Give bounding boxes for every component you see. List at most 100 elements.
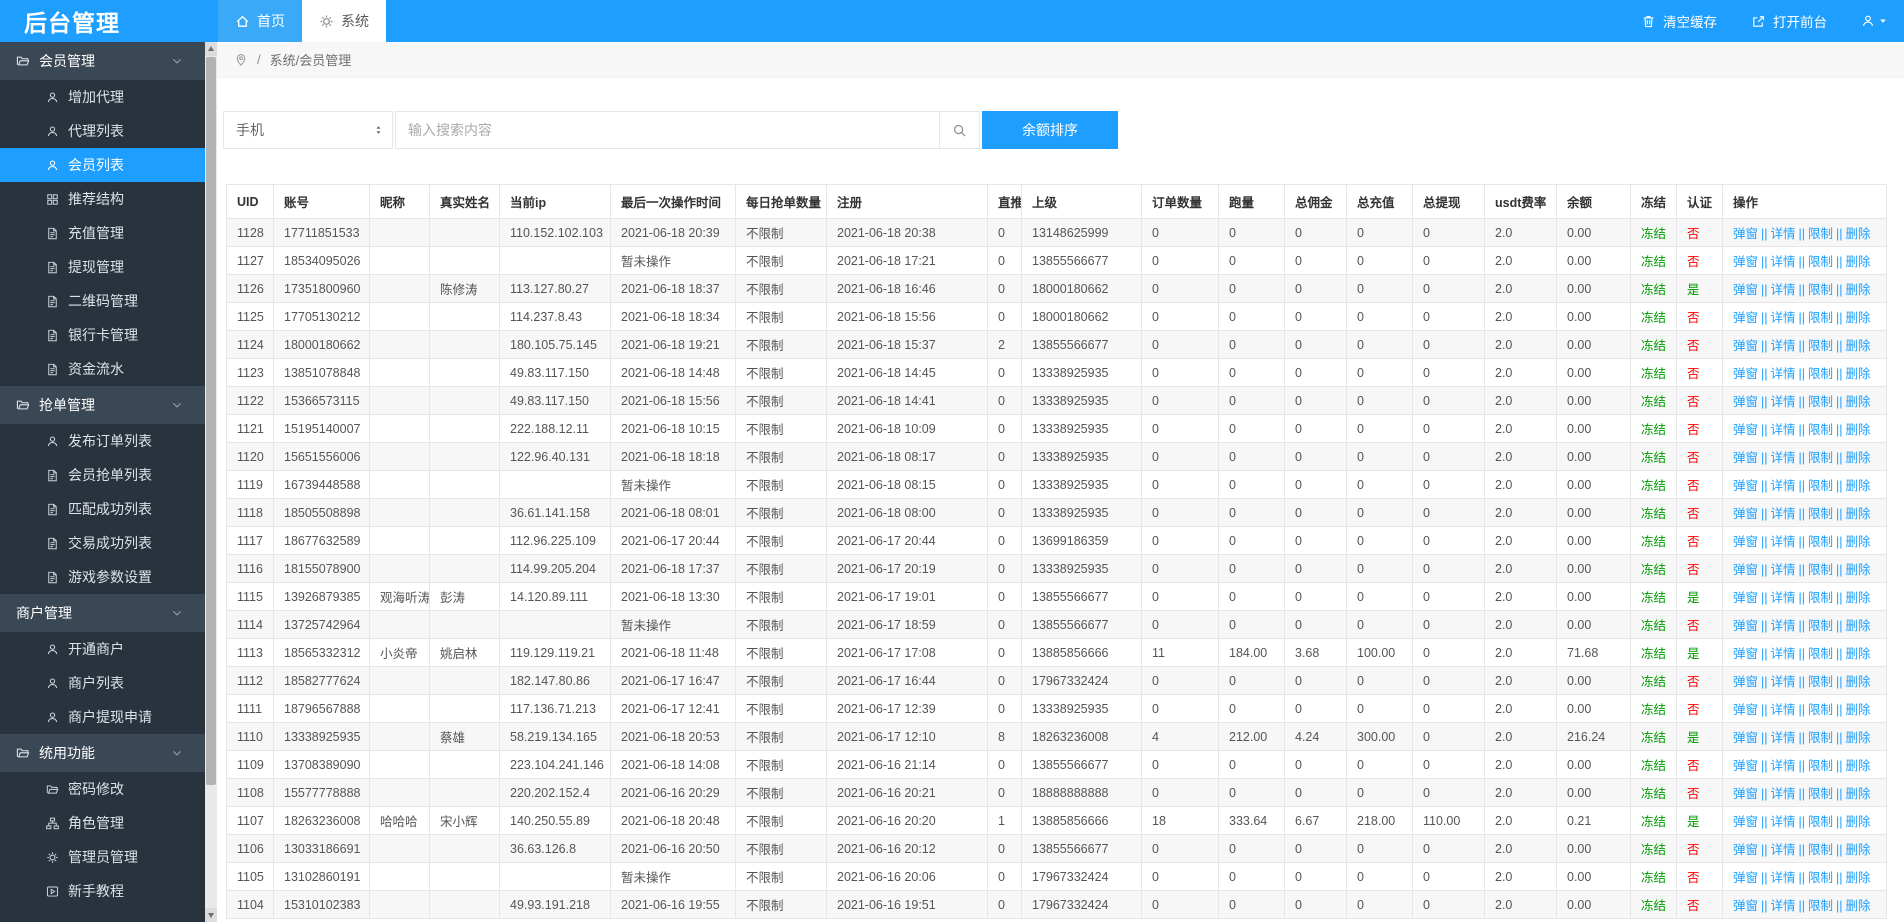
action-link-delete[interactable]: 删除 xyxy=(1846,227,1871,241)
action-link-popup[interactable]: 弹窗 xyxy=(1733,227,1758,241)
sidebar-item[interactable]: 交易成功列表 xyxy=(0,526,205,560)
action-link-delete[interactable]: 删除 xyxy=(1846,451,1871,465)
action-link-limit[interactable]: 限制 xyxy=(1808,395,1833,409)
action-link-detail[interactable]: 详情 xyxy=(1771,311,1796,325)
tab-system[interactable]: 系统 xyxy=(302,0,386,42)
action-link-popup[interactable]: 弹窗 xyxy=(1733,871,1758,885)
sidebar-item[interactable]: 资金流水 xyxy=(0,352,205,386)
action-link-detail[interactable]: 详情 xyxy=(1771,787,1796,801)
cell-freeze[interactable]: 冻结 xyxy=(1630,722,1677,751)
action-link-delete[interactable]: 删除 xyxy=(1846,563,1871,577)
action-link-limit[interactable]: 限制 xyxy=(1808,787,1833,801)
action-link-detail[interactable]: 详情 xyxy=(1771,423,1796,437)
action-link-delete[interactable]: 删除 xyxy=(1846,311,1871,325)
scrollbar-up-arrow[interactable] xyxy=(205,42,217,56)
action-link-limit[interactable]: 限制 xyxy=(1808,703,1833,717)
cell-freeze[interactable]: 冻结 xyxy=(1630,666,1677,695)
action-link-delete[interactable]: 删除 xyxy=(1846,619,1871,633)
cell-freeze[interactable]: 冻结 xyxy=(1630,414,1677,443)
action-link-limit[interactable]: 限制 xyxy=(1808,675,1833,689)
sidebar-item[interactable]: 匹配成功列表 xyxy=(0,492,205,526)
action-link-popup[interactable]: 弹窗 xyxy=(1733,367,1758,381)
action-link-detail[interactable]: 详情 xyxy=(1771,451,1796,465)
action-link-limit[interactable]: 限制 xyxy=(1808,815,1833,829)
action-link-detail[interactable]: 详情 xyxy=(1771,227,1796,241)
sidebar-item[interactable]: 游戏参数设置 xyxy=(0,560,205,594)
action-link-delete[interactable]: 删除 xyxy=(1846,759,1871,773)
action-link-delete[interactable]: 删除 xyxy=(1846,647,1871,661)
action-link-delete[interactable]: 删除 xyxy=(1846,675,1871,689)
cell-freeze[interactable]: 冻结 xyxy=(1630,778,1677,807)
sidebar-section-header[interactable]: 抢单管理 xyxy=(0,386,205,424)
sidebar-item[interactable]: 提现管理 xyxy=(0,250,205,284)
sidebar-section-header[interactable]: 商户管理 xyxy=(0,594,205,632)
action-link-detail[interactable]: 详情 xyxy=(1771,479,1796,493)
action-link-detail[interactable]: 详情 xyxy=(1771,871,1796,885)
action-link-detail[interactable]: 详情 xyxy=(1771,843,1796,857)
action-link-popup[interactable]: 弹窗 xyxy=(1733,339,1758,353)
action-link-detail[interactable]: 详情 xyxy=(1771,591,1796,605)
scrollbar-down-arrow[interactable] xyxy=(205,908,217,922)
user-menu[interactable] xyxy=(1861,14,1888,28)
action-link-limit[interactable]: 限制 xyxy=(1808,283,1833,297)
action-link-delete[interactable]: 删除 xyxy=(1846,395,1871,409)
sidebar-item[interactable]: 角色管理 xyxy=(0,806,205,840)
action-link-delete[interactable]: 删除 xyxy=(1846,339,1871,353)
action-link-popup[interactable]: 弹窗 xyxy=(1733,255,1758,269)
sidebar-item[interactable]: 充值管理 xyxy=(0,216,205,250)
cell-freeze[interactable]: 冻结 xyxy=(1630,470,1677,499)
action-link-delete[interactable]: 删除 xyxy=(1846,507,1871,521)
action-link-delete[interactable]: 删除 xyxy=(1846,479,1871,493)
sidebar-item[interactable]: 商户提现申请 xyxy=(0,700,205,734)
action-link-limit[interactable]: 限制 xyxy=(1808,255,1833,269)
action-link-detail[interactable]: 详情 xyxy=(1771,899,1796,913)
sidebar-item[interactable]: 会员抢单列表 xyxy=(0,458,205,492)
action-link-limit[interactable]: 限制 xyxy=(1808,647,1833,661)
cell-freeze[interactable]: 冻结 xyxy=(1630,442,1677,471)
sidebar-item[interactable]: 管理员管理 xyxy=(0,840,205,874)
search-filter-select[interactable]: 手机 xyxy=(223,111,393,149)
action-link-limit[interactable]: 限制 xyxy=(1808,479,1833,493)
action-link-detail[interactable]: 详情 xyxy=(1771,367,1796,381)
tab-home[interactable]: 首页 xyxy=(218,0,302,42)
search-input[interactable] xyxy=(395,111,940,149)
action-link-limit[interactable]: 限制 xyxy=(1808,423,1833,437)
cell-freeze[interactable]: 冻结 xyxy=(1630,862,1677,891)
action-link-detail[interactable]: 详情 xyxy=(1771,647,1796,661)
action-link-detail[interactable]: 详情 xyxy=(1771,339,1796,353)
cell-freeze[interactable]: 冻结 xyxy=(1630,218,1677,247)
sidebar-item[interactable]: 密码修改 xyxy=(0,772,205,806)
action-link-delete[interactable]: 删除 xyxy=(1846,535,1871,549)
cell-freeze[interactable]: 冻结 xyxy=(1630,274,1677,303)
cell-freeze[interactable]: 冻结 xyxy=(1630,610,1677,639)
action-link-popup[interactable]: 弹窗 xyxy=(1733,703,1758,717)
sidebar-item[interactable]: 二维码管理 xyxy=(0,284,205,318)
action-link-limit[interactable]: 限制 xyxy=(1808,843,1833,857)
action-link-popup[interactable]: 弹窗 xyxy=(1733,731,1758,745)
cell-freeze[interactable]: 冻结 xyxy=(1630,498,1677,527)
action-link-limit[interactable]: 限制 xyxy=(1808,899,1833,913)
action-link-detail[interactable]: 详情 xyxy=(1771,675,1796,689)
open-frontend-button[interactable]: 打开前台 xyxy=(1751,11,1827,31)
action-link-popup[interactable]: 弹窗 xyxy=(1733,815,1758,829)
action-link-limit[interactable]: 限制 xyxy=(1808,311,1833,325)
action-link-delete[interactable]: 删除 xyxy=(1846,367,1871,381)
action-link-delete[interactable]: 删除 xyxy=(1846,731,1871,745)
action-link-popup[interactable]: 弹窗 xyxy=(1733,283,1758,297)
action-link-detail[interactable]: 详情 xyxy=(1771,255,1796,269)
action-link-popup[interactable]: 弹窗 xyxy=(1733,843,1758,857)
action-link-limit[interactable]: 限制 xyxy=(1808,367,1833,381)
action-link-delete[interactable]: 删除 xyxy=(1846,787,1871,801)
sidebar-section-header[interactable]: 会员管理 xyxy=(0,42,205,80)
action-link-popup[interactable]: 弹窗 xyxy=(1733,563,1758,577)
action-link-detail[interactable]: 详情 xyxy=(1771,535,1796,549)
cell-freeze[interactable]: 冻结 xyxy=(1630,302,1677,331)
action-link-popup[interactable]: 弹窗 xyxy=(1733,395,1758,409)
action-link-popup[interactable]: 弹窗 xyxy=(1733,591,1758,605)
sidebar-item[interactable]: 发布订单列表 xyxy=(0,424,205,458)
action-link-delete[interactable]: 删除 xyxy=(1846,899,1871,913)
cell-freeze[interactable]: 冻结 xyxy=(1630,834,1677,863)
sidebar-scrollbar[interactable] xyxy=(205,42,217,922)
action-link-limit[interactable]: 限制 xyxy=(1808,759,1833,773)
cell-freeze[interactable]: 冻结 xyxy=(1630,890,1677,919)
